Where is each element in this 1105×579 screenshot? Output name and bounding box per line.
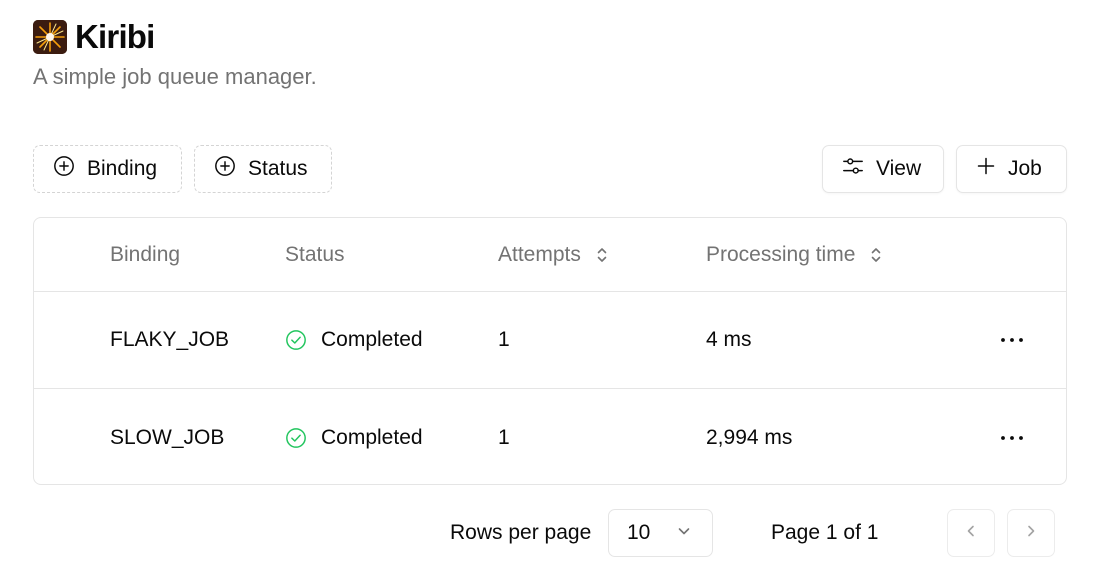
- column-header-processing-time-label: Processing time: [706, 242, 856, 266]
- column-header-attempts-label: Attempts: [498, 242, 581, 266]
- page-indicator: Page 1 of 1: [771, 521, 879, 544]
- status-label: Completed: [321, 328, 423, 351]
- chevron-left-icon: [963, 523, 979, 544]
- column-header-binding: Binding: [110, 242, 181, 266]
- header: Kiribi A simple job queue manager.: [33, 16, 317, 90]
- processing-time-cell: 2,994 ms: [706, 425, 793, 449]
- app-subtitle: A simple job queue manager.: [33, 64, 317, 89]
- plus-circle-icon: [53, 155, 75, 183]
- title-row: Kiribi: [33, 16, 317, 58]
- status-filter-label: Status: [248, 157, 308, 180]
- add-job-button[interactable]: Job: [956, 145, 1067, 193]
- toolbar: Binding Status View Job: [33, 145, 1067, 193]
- table-header: Binding Status Attempts Processing time: [34, 218, 1066, 292]
- rows-per-page-value: 10: [627, 521, 651, 544]
- status-label: Completed: [321, 425, 423, 449]
- check-circle-icon: [285, 427, 307, 449]
- processing-time-cell: 4 ms: [706, 328, 752, 351]
- table-row[interactable]: FLAKY_JOB Completed 1 4 ms: [34, 292, 1066, 389]
- app-title: Kiribi: [75, 18, 155, 55]
- jobs-table: Binding Status Attempts Processing time …: [33, 217, 1067, 485]
- view-button-label: View: [876, 157, 922, 180]
- sliders-icon: [842, 155, 864, 183]
- column-header-status: Status: [285, 242, 345, 266]
- attempts-cell: 1: [498, 328, 510, 351]
- previous-page-button[interactable]: [947, 509, 995, 557]
- sort-icon: [869, 245, 883, 265]
- chevron-down-icon: [676, 521, 692, 545]
- chevron-right-icon: [1023, 523, 1039, 544]
- rows-per-page-label: Rows per page: [450, 521, 592, 544]
- table-row[interactable]: SLOW_JOB Completed 1 2,994 ms: [34, 389, 1066, 484]
- binding-cell: FLAKY_JOB: [110, 328, 230, 351]
- more-actions-icon[interactable]: [998, 292, 1026, 388]
- view-button[interactable]: View: [822, 145, 944, 193]
- status-cell: Completed: [285, 389, 423, 484]
- binding-filter-label: Binding: [87, 157, 158, 180]
- next-page-button[interactable]: [1007, 509, 1055, 557]
- binding-cell: SLOW_JOB: [110, 425, 225, 449]
- attempts-cell: 1: [498, 425, 510, 449]
- sort-icon: [595, 245, 609, 265]
- add-job-label: Job: [1008, 157, 1042, 180]
- binding-filter-button[interactable]: Binding: [33, 145, 182, 193]
- pagination: Rows per page 10 Page 1 of 1: [0, 509, 1105, 557]
- status-cell: Completed: [285, 292, 423, 388]
- plus-circle-icon: [214, 155, 236, 183]
- column-header-attempts[interactable]: Attempts: [498, 218, 609, 291]
- rows-per-page-select[interactable]: 10: [608, 509, 713, 557]
- firework-icon: [33, 20, 67, 54]
- plus-icon: [976, 156, 996, 182]
- more-actions-icon[interactable]: [998, 389, 1026, 484]
- column-header-processing-time[interactable]: Processing time: [706, 218, 883, 291]
- status-filter-button[interactable]: Status: [194, 145, 332, 193]
- check-circle-icon: [285, 329, 307, 351]
